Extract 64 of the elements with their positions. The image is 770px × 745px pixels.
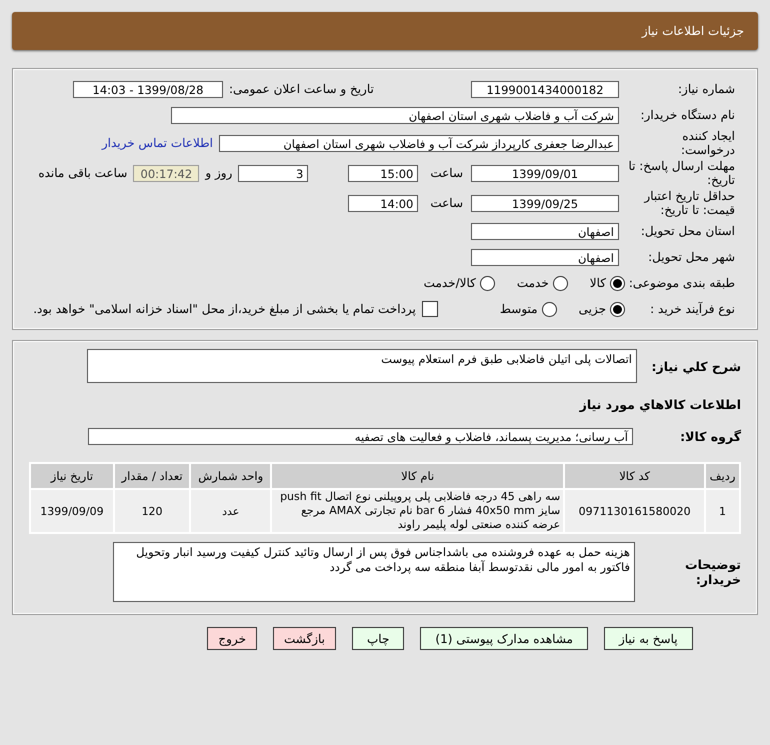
description-field: اتصالات پلی اتیلن فاضلابی طبق فرم استعلام پیوست (87, 349, 637, 383)
deadline-time-field: 15:00 (348, 164, 418, 182)
days-field: 3 (238, 164, 308, 182)
table-cell: سه راهی 45 درجه فاضلابی پلی پروپیلنی نوع اتصال push fit سایز 40x50 mm فشار 6 bar نام تجارتی AMAX مرجع عرضه کننده صنعتی لوله پلیمر راوند (271, 489, 564, 533)
field-label: نوع فرآیند خرید : (649, 302, 735, 316)
buyer-contact-link[interactable]: اطلاعات تماس خریدار (102, 136, 213, 150)
remaining-label: ساعت باقی مانده (38, 166, 128, 180)
field-label: توضیحات خریدار: (684, 557, 741, 587)
section-heading: اطلاعات کالاهاي مورد نياز (578, 397, 741, 412)
table-cell: 120 (114, 489, 190, 533)
validity-date-field: 1399/09/25 (471, 194, 619, 212)
radio-button[interactable] (480, 276, 495, 290)
radio-label: جزیی (578, 302, 606, 316)
field-label: حداقل تاریخ اعتبار قیمت: تا تاریخ: (642, 189, 735, 217)
radio-label: کالا (590, 276, 606, 290)
need-number-field: 1199001434000182 (471, 80, 619, 98)
radio-button[interactable] (610, 276, 625, 290)
field-label: شهر محل تحویل: (647, 250, 735, 264)
column-header: کد کالا (564, 463, 706, 489)
radio-button[interactable] (542, 302, 557, 316)
requester-field: عبدالرضا جعفری کارپرداز شرکت آب و فاضلاب شهری استان اصفهان (219, 134, 619, 152)
radio-button[interactable] (552, 276, 568, 290)
column-header: تعداد / مقدار (114, 463, 190, 489)
action-button[interactable]: پاسخ به نیاز (604, 627, 693, 650)
column-header: ردیف (705, 463, 740, 489)
city-field: اصفهان (471, 248, 619, 266)
table-cell: 1399/09/09 (30, 489, 114, 533)
radio-button[interactable] (610, 302, 625, 316)
validity-time-field: 14:00 (348, 194, 418, 212)
deadline-date-field: 1399/09/01 (471, 164, 619, 182)
goods-group-field: آب رسانی؛ مدیریت پسماند، فاضلاب و فعالیت های تصفیه (88, 428, 633, 444)
field-label: شماره نیاز: (677, 82, 735, 96)
buyer-notes-field: هزینه حمل به عهده فروشنده می باشداجناس فوق پس از ارسال وتائید کنترل کیفیت ورسید انبار وتحویل فاکتور به امور مالی نقدتوسط آبفا منطقه سه پرداخت می گردد (113, 542, 635, 602)
radio-label: خدمت (516, 276, 549, 290)
province-field: اصفهان (471, 222, 619, 240)
field-label: ایجاد کننده درخواست: (680, 129, 735, 157)
field-label: شرح کلي نياز: (650, 358, 741, 374)
announce-date-field: 1399/08/28 - 14:03 (73, 80, 223, 98)
time-label: ساعت (430, 196, 463, 210)
table-cell: 1 (705, 489, 740, 533)
radio-label: کالا/خدمت (424, 276, 476, 290)
column-header: واحد شمارش (190, 463, 272, 489)
table-cell: 0971130161580020 (564, 489, 706, 533)
checkbox[interactable] (422, 301, 438, 317)
field-label: نام دستگاه خریدار: (640, 108, 735, 122)
table-cell: عدد (190, 489, 272, 533)
buyer-org-field: شرکت آب و فاضلاب شهری استان اصفهان (171, 106, 619, 124)
action-button[interactable]: مشاهده مدارک پیوستی (1) (420, 627, 588, 650)
action-button[interactable]: بازگشت (273, 627, 336, 650)
field-label: گروه کالا: (679, 428, 741, 444)
radio-label: متوسط (500, 302, 538, 316)
field-label: تاریخ و ساعت اعلان عمومی: (229, 82, 374, 96)
field-label: طبقه بندی موضوعی: (628, 276, 735, 290)
remaining-time-field: 00:17:42 (133, 164, 200, 182)
action-button[interactable]: چاپ (352, 627, 404, 650)
field-label: استان محل تحویل: (640, 224, 735, 238)
field-label: مهلت ارسال پاسخ: تا تاریخ: (627, 159, 735, 187)
action-button[interactable]: خروج (207, 627, 257, 650)
column-header: نام کالا (271, 463, 564, 489)
column-header: تاریخ نیاز (30, 463, 114, 489)
checkbox-label: پرداخت تمام یا بخشی از مبلغ خرید،از محل "اسناد خزانه اسلامی" خواهد بود. (33, 302, 416, 316)
time-label: ساعت (430, 166, 463, 180)
page-header: جزئیات اطلاعات نیاز (12, 12, 758, 50)
days-label: روز و (205, 166, 232, 180)
